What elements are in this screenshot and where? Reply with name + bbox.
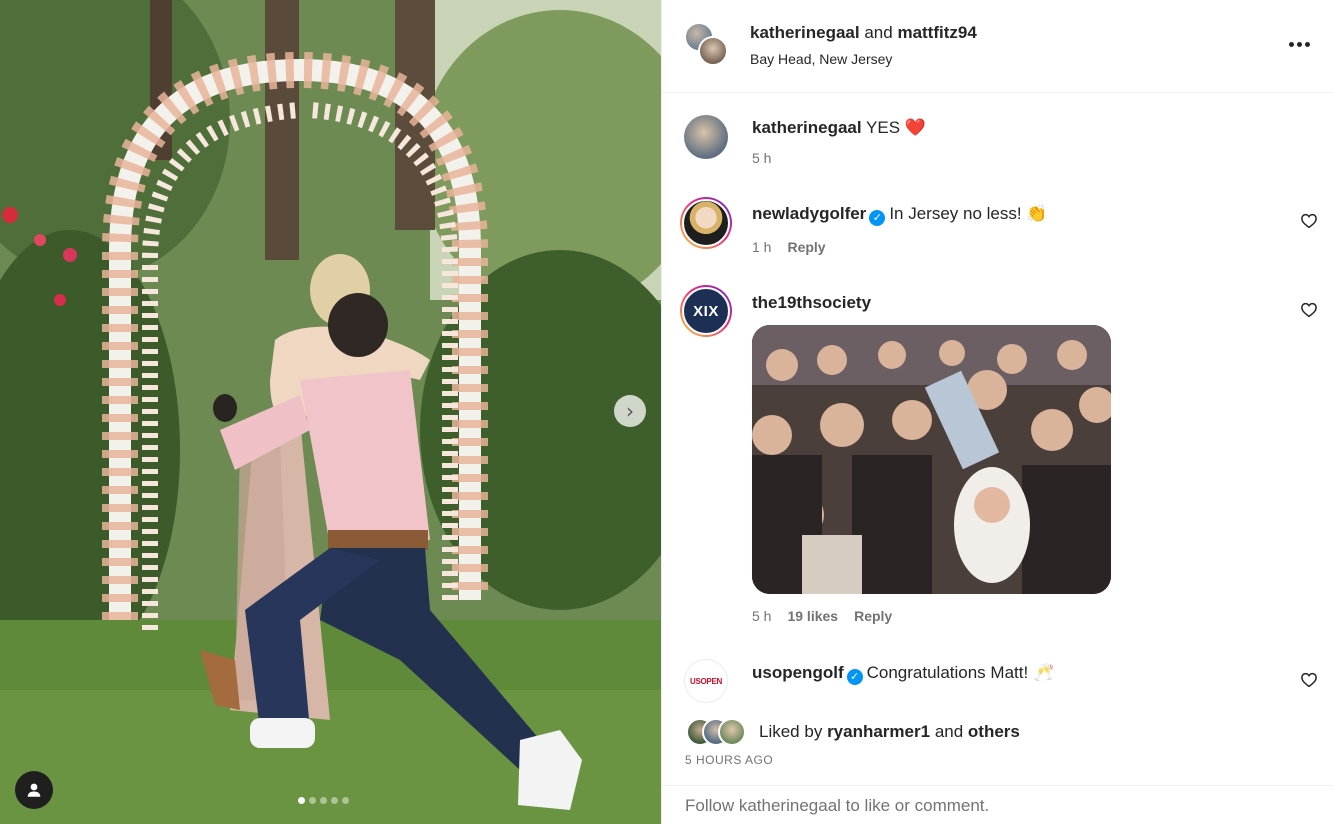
comments-list[interactable]: katherinegaal YES ❤️ 5 h newladygolfer ✓ I… [662, 93, 1333, 707]
comment-text: In Jersey no less! [889, 204, 1022, 223]
comment-body: newladygolfer ✓ In Jersey no less! 👏 [752, 204, 1048, 226]
more-options-button[interactable] [1284, 34, 1314, 54]
comment-time[interactable]: 5 h [752, 608, 771, 624]
reply-button[interactable]: Reply [854, 608, 892, 624]
like-comment-heart-icon[interactable] [1300, 212, 1318, 230]
add-comment-prompt: Follow katherinegaal to like or comment. [685, 796, 990, 815]
chevron-right-icon: › [626, 399, 634, 423]
carousel-dot [309, 797, 316, 804]
comment-time[interactable]: 5 h [752, 150, 771, 166]
avatar[interactable]: USOPEN [684, 659, 728, 703]
liked-by-prefix: Liked by [759, 722, 823, 741]
avatar-logo-text: USOPEN [690, 676, 722, 686]
post-details-panel: katherinegaal and mattfitz94 Bay Head, N… [661, 0, 1333, 824]
comment-meta: 5 h 19 likes Reply [752, 608, 892, 624]
reply-button[interactable]: Reply [787, 239, 825, 255]
next-photo-button[interactable]: › [614, 395, 646, 427]
comment-likes-count[interactable]: 19 likes [787, 608, 838, 624]
carousel-dot [320, 797, 327, 804]
more-horizontal-icon [1304, 41, 1310, 47]
comment-body: usopengolf ✓ Congratulations Matt! 🥂 [752, 663, 1054, 685]
comment-username[interactable]: usopengolf [752, 663, 844, 682]
avatar-logo-text: XIX [693, 302, 719, 320]
avatar[interactable] [680, 197, 732, 249]
champagne-emoji: 🥂 [1032, 663, 1055, 682]
author-link[interactable]: mattfitz94 [897, 23, 976, 42]
carousel-dot [342, 797, 349, 804]
comment-body: the19thsociety [752, 293, 871, 313]
proposal-photo-image [0, 0, 661, 824]
comment-text: YES [866, 118, 901, 137]
liker-username[interactable]: ryanharmer1 [827, 722, 930, 741]
tagged-users-button[interactable] [15, 771, 53, 809]
liker-avatars[interactable] [686, 718, 746, 746]
comment-username[interactable]: the19thsociety [752, 293, 871, 312]
comment-time[interactable]: 1 h [752, 239, 771, 255]
user-icon [27, 783, 41, 797]
carousel-dot [298, 797, 305, 804]
verified-badge-icon: ✓ [846, 669, 863, 685]
comment-username[interactable]: newladygolfer [752, 204, 866, 223]
post-authors: katherinegaal and mattfitz94 [750, 23, 977, 43]
add-comment-bar[interactable]: Follow katherinegaal to like or comment. [662, 785, 1333, 824]
carousel-dot [331, 797, 338, 804]
comment-username[interactable]: katherinegaal [752, 118, 862, 137]
carousel-indicator [298, 797, 349, 804]
comment-meta: 1 h Reply [752, 239, 826, 255]
comment-meta: 5 h [752, 150, 771, 166]
avatar[interactable]: XIX [680, 285, 732, 337]
liked-by-others-link[interactable]: others [968, 722, 1020, 741]
author-link[interactable]: katherinegaal [750, 23, 860, 42]
liked-by-joiner: and [934, 722, 964, 741]
comment-body: katherinegaal YES ❤️ [752, 118, 926, 138]
like-comment-heart-icon[interactable] [1300, 301, 1318, 319]
avatar[interactable] [684, 115, 728, 159]
collab-avatars[interactable] [684, 22, 730, 68]
more-horizontal-icon [1288, 41, 1294, 47]
avatar [718, 718, 746, 746]
comment-text: Congratulations Matt! [866, 663, 1029, 682]
post-timestamp[interactable]: 5 HOURS AGO [685, 753, 773, 767]
wedding-crowd-gif-image [752, 325, 1111, 594]
red-heart-emoji: ❤️ [904, 118, 926, 137]
like-comment-heart-icon[interactable] [1300, 671, 1318, 689]
more-horizontal-icon [1296, 41, 1302, 47]
post-header: katherinegaal and mattfitz94 Bay Head, N… [662, 0, 1333, 93]
clapping-hands-emoji: 👏 [1026, 204, 1048, 223]
likes-section: Liked by ryanharmer1 and others 5 HOURS … [662, 707, 1333, 785]
verified-badge-icon: ✓ [869, 210, 886, 226]
comment-gif[interactable] [752, 325, 1111, 594]
authors-joiner: and [864, 23, 893, 42]
avatar [698, 36, 728, 66]
post-photo[interactable]: › [0, 0, 661, 824]
post-location[interactable]: Bay Head, New Jersey [750, 51, 892, 67]
liked-by-text: Liked by ryanharmer1 and others [759, 722, 1020, 742]
